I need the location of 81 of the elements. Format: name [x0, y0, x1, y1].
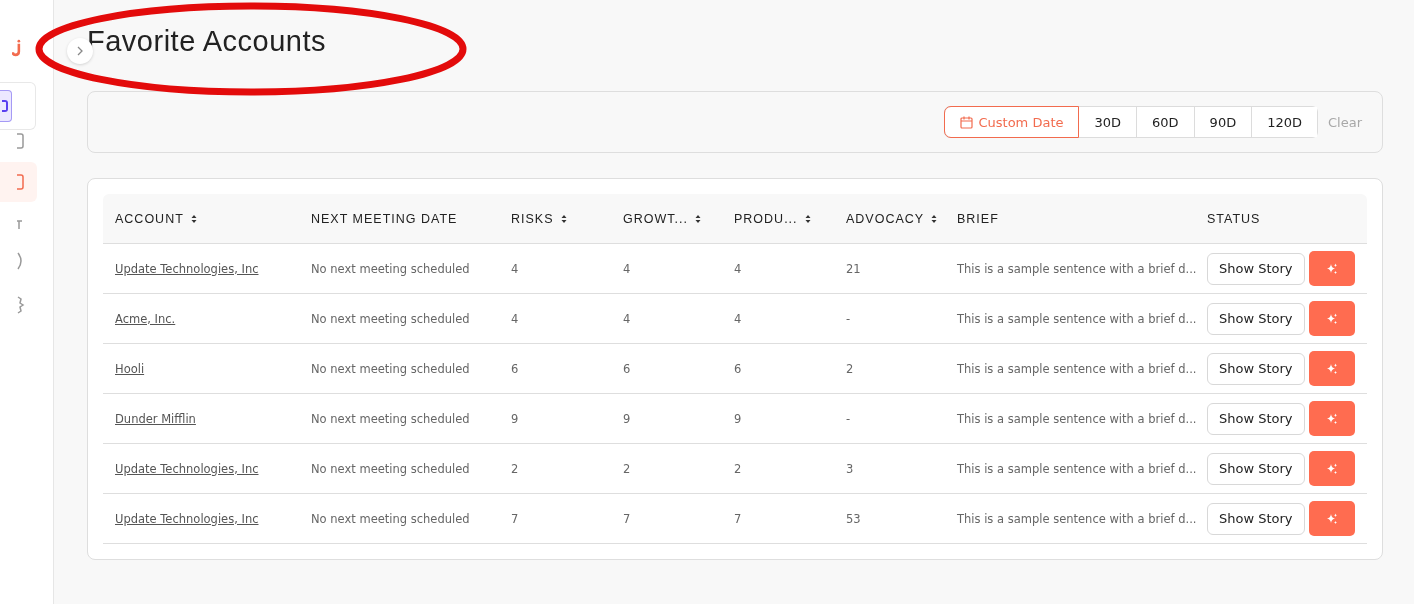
ai-button[interactable]: [1308, 401, 1355, 436]
table-cell: No next meeting scheduled: [311, 511, 470, 526]
table-cell: No next meeting scheduled: [311, 311, 470, 326]
show-story-button[interactable]: Show Story: [1207, 352, 1305, 385]
show-story-button[interactable]: Show Story: [1207, 502, 1305, 535]
table-cell: 9: [511, 411, 519, 426]
column-header: STATUS: [1207, 211, 1261, 226]
table-cell: 6: [734, 361, 742, 376]
table-cell: 4: [734, 261, 742, 276]
page-title: Favorite Accounts: [87, 25, 326, 58]
calendar-icon: [960, 115, 974, 129]
sparkle-icon: [1325, 462, 1338, 475]
ai-button[interactable]: [1308, 451, 1355, 486]
column-header: BRIEF: [957, 211, 999, 226]
sort-icon[interactable]: [190, 213, 197, 224]
ai-button[interactable]: [1308, 251, 1355, 286]
sort-icon[interactable]: [804, 213, 811, 224]
table-cell: No next meeting scheduled: [311, 261, 470, 276]
account-link[interactable]: Update Technologies, Inc: [115, 261, 259, 276]
ai-button[interactable]: [1308, 501, 1355, 536]
filter-icon[interactable]: [17, 218, 23, 232]
table-cell: 21: [846, 261, 861, 276]
sparkle-icon: [1325, 312, 1338, 325]
column-header[interactable]: PRODU...: [734, 211, 811, 226]
column-header[interactable]: ACCOUNT: [115, 211, 197, 226]
table-cell: 4: [734, 311, 742, 326]
table-cell: 2: [511, 461, 519, 476]
table-cell: This is a sample sentence with a brief d...: [957, 511, 1197, 526]
table-cell: 7: [734, 511, 742, 526]
sparkle-icon: [1325, 362, 1338, 375]
table-cell: No next meeting scheduled: [311, 411, 470, 426]
account-link[interactable]: Update Technologies, Inc: [115, 511, 259, 526]
sort-icon[interactable]: [694, 213, 701, 224]
table-cell: -: [846, 311, 851, 326]
show-story-button[interactable]: Show Story: [1207, 252, 1305, 285]
sort-icon[interactable]: [560, 213, 567, 224]
show-story-button[interactable]: Show Story: [1207, 452, 1305, 485]
column-header[interactable]: RISKS: [511, 211, 567, 226]
table-cell: 6: [623, 361, 631, 376]
table-cell: 2: [734, 461, 742, 476]
ai-button[interactable]: [1308, 351, 1355, 386]
table-cell: 2: [623, 461, 631, 476]
app-icon[interactable]: [0, 90, 12, 122]
sparkle-icon: [1325, 262, 1338, 275]
table-cell: This is a sample sentence with a brief d...: [957, 361, 1197, 376]
table-cell: No next meeting scheduled: [311, 361, 470, 376]
document-icon: [17, 172, 25, 192]
column-header[interactable]: GROWT...: [623, 211, 701, 226]
column-header[interactable]: ADVOCACY: [846, 211, 938, 226]
column-header: NEXT MEETING DATE: [311, 211, 458, 226]
table-cell: 7: [511, 511, 519, 526]
sidebar-item[interactable]: [0, 162, 37, 202]
ai-button[interactable]: [1308, 301, 1355, 336]
show-story-button[interactable]: Show Story: [1207, 402, 1305, 435]
table-cell: This is a sample sentence with a brief d...: [957, 311, 1197, 326]
table-cell: 4: [511, 311, 519, 326]
sparkle-icon: [1325, 412, 1338, 425]
table-cell: 4: [623, 261, 631, 276]
table-cell: 6: [511, 361, 519, 376]
table-cell: 7: [623, 511, 631, 526]
account-link[interactable]: Update Technologies, Inc: [115, 461, 259, 476]
date-range-option[interactable]: 120D: [1251, 107, 1317, 137]
table-cell: This is a sample sentence with a brief d...: [957, 261, 1197, 276]
table-cell: 2: [846, 361, 854, 376]
show-story-button[interactable]: Show Story: [1207, 302, 1305, 335]
account-link[interactable]: Hooli: [115, 361, 145, 376]
account-link[interactable]: Acme, Inc.: [115, 311, 176, 326]
table-cell: 9: [734, 411, 742, 426]
table-cell: 53: [846, 511, 861, 526]
sort-icon[interactable]: [931, 213, 938, 224]
table-cell: This is a sample sentence with a brief d...: [957, 411, 1197, 426]
table-cell: 9: [623, 411, 631, 426]
table-cell: 4: [511, 261, 519, 276]
table-cell: 4: [623, 311, 631, 326]
table-cell: 3: [846, 461, 854, 476]
chevron-right-icon: [76, 45, 84, 57]
account-link[interactable]: Dunder Mifflin: [115, 411, 196, 426]
sparkle-icon: [1325, 512, 1338, 525]
table-cell: This is a sample sentence with a brief d...: [957, 461, 1197, 476]
table-cell: -: [846, 411, 851, 426]
table-cell: No next meeting scheduled: [311, 461, 470, 476]
